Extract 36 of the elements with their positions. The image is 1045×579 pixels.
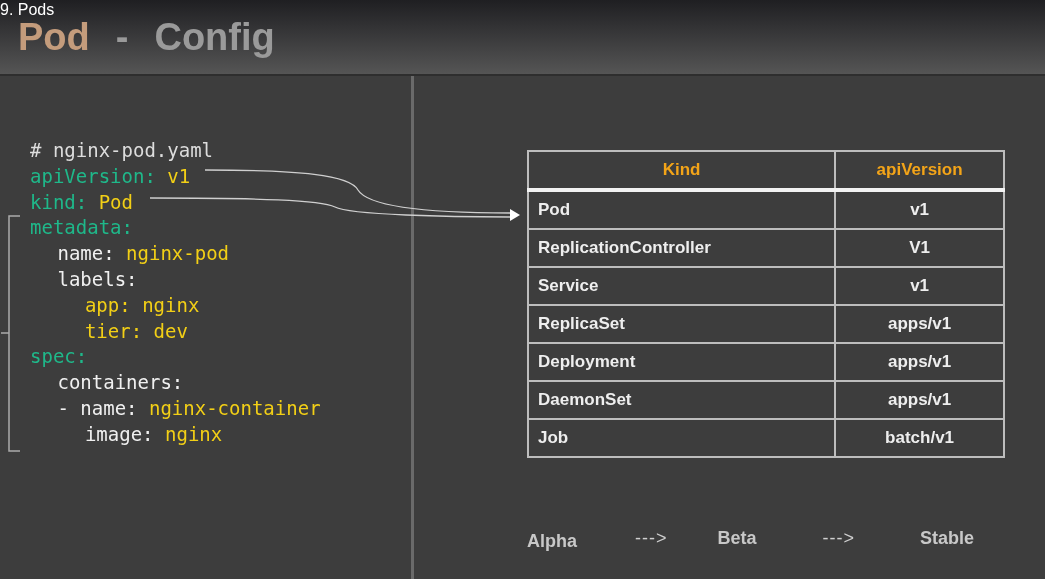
code-line: app: nginx bbox=[83, 292, 200, 318]
table-cell: v1 bbox=[835, 267, 1004, 305]
table-cell: Deployment bbox=[528, 343, 836, 381]
code-line: labels: bbox=[56, 267, 138, 292]
code-line: metadata: bbox=[30, 215, 133, 241]
video-title: 9. Pods bbox=[0, 1, 55, 18]
arrow-text: ---> bbox=[635, 528, 668, 549]
code-line: # nginx-pod.yaml bbox=[30, 138, 214, 163]
table-cell: Service bbox=[528, 267, 836, 305]
table-cell: ReplicationController bbox=[528, 229, 836, 267]
code-line: apiVersion: v1 bbox=[30, 163, 191, 189]
code-line: containers: bbox=[56, 370, 184, 396]
table-cell: Job bbox=[528, 419, 836, 457]
code-line: - name: nginx-container bbox=[56, 395, 321, 421]
code-line: name: nginx-pod bbox=[56, 241, 230, 267]
table-cell: apps/v1 bbox=[835, 305, 1004, 343]
table-cell: apps/v1 bbox=[835, 343, 1004, 381]
column-header: apiVersion bbox=[835, 151, 1004, 190]
stage-label: Beta bbox=[717, 528, 757, 549]
code-line: spec: bbox=[30, 344, 88, 370]
code-line: tier: dev bbox=[83, 318, 188, 344]
code-line: image: nginx bbox=[83, 421, 223, 447]
slide-title: Pod bbox=[18, 19, 90, 55]
table-cell: batch/v1 bbox=[835, 419, 1004, 457]
table-cell: ReplicaSet bbox=[528, 305, 836, 343]
table-cell: apps/v1 bbox=[835, 381, 1004, 419]
slide-title: - bbox=[115, 19, 129, 55]
arrow-text: ---> bbox=[822, 528, 856, 549]
table-cell: V1 bbox=[835, 229, 1004, 267]
stage-label: Stable bbox=[920, 528, 975, 549]
column-header: Kind bbox=[528, 151, 836, 190]
table-cell: DaemonSet bbox=[528, 381, 836, 419]
code-line: kind: Pod bbox=[30, 189, 133, 215]
table-cell: Pod bbox=[528, 190, 836, 229]
stage-label: Alpha bbox=[527, 531, 577, 552]
table-cell: v1 bbox=[835, 190, 1004, 229]
